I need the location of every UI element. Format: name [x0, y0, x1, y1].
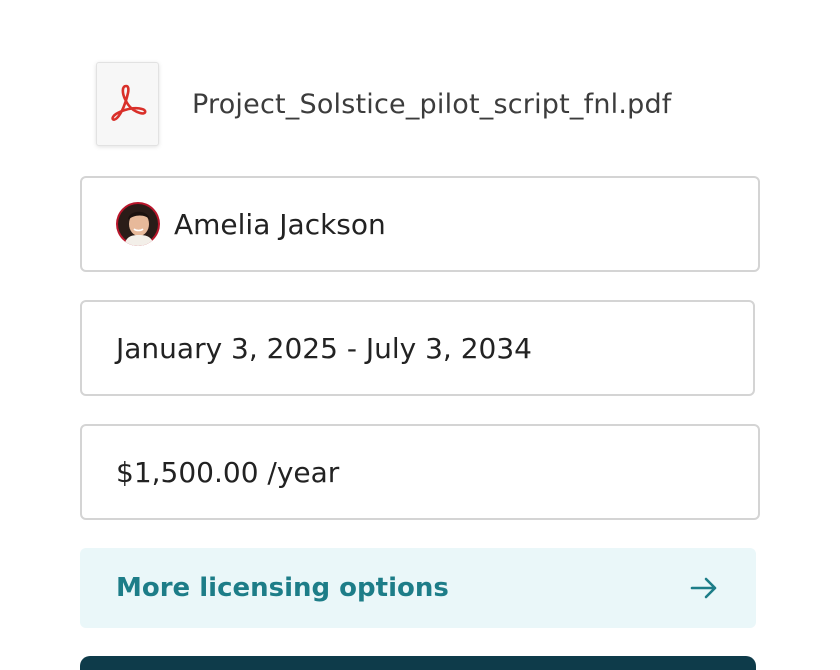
license-term-field[interactable]: January 3, 2025 - July 3, 2034	[80, 300, 755, 396]
arrow-right-icon	[688, 572, 720, 604]
licensee-name: Amelia Jackson	[174, 207, 386, 241]
pdf-icon	[106, 80, 150, 128]
pdf-thumbnail[interactable]	[96, 62, 159, 146]
attached-file[interactable]: Project_Solstice_pilot_script_fnl.pdf	[96, 61, 672, 147]
more-licensing-options-label: More licensing options	[116, 573, 449, 603]
avatar	[116, 202, 160, 246]
license-price-field[interactable]: $1,500.00 /year	[80, 424, 760, 520]
more-licensing-options-button[interactable]: More licensing options	[80, 548, 756, 628]
licensee-field[interactable]: Amelia Jackson	[80, 176, 760, 272]
license-price-value: $1,500.00 /year	[116, 455, 340, 489]
license-term-value: January 3, 2025 - July 3, 2034	[116, 331, 532, 365]
license-form: Project_Solstice_pilot_script_fnl.pdf Am…	[0, 0, 840, 670]
file-name: Project_Solstice_pilot_script_fnl.pdf	[192, 88, 672, 120]
primary-action-button[interactable]	[80, 656, 756, 670]
